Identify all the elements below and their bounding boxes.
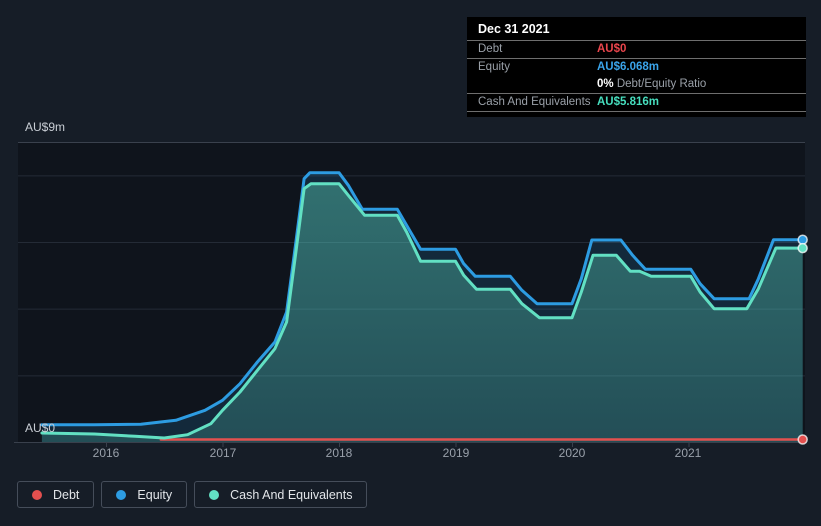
debt-series-dot-icon [32,489,42,500]
end-marker-cash-and-equivalents [797,242,808,254]
tooltip-debt-equity-ratio: 0% Debt/Equity Ratio [597,78,707,90]
tooltip-cash-label: Cash And Equivalents [478,96,591,108]
tooltip-row-ratio: 0% Debt/Equity Ratio [467,76,806,93]
tooltip-equity-value: AU$6.068m [597,61,660,73]
chart-legend: Debt Equity Cash And Equivalents [17,481,368,508]
tooltip-cash-value: AU$5.816m [597,96,660,108]
legend-item-equity[interactable]: Equity [101,481,188,508]
equity-series-dot-icon [116,489,127,500]
tooltip-row-cash: Cash And Equivalents AU$5.816m [467,93,806,112]
tooltip-equity-label: Equity [478,61,510,73]
debt-equity-history-chart: AU$9m AU$0 2016 2017 2018 2019 2020 2021… [0,0,821,526]
x-tick-label-2016: 2016 [92,446,120,460]
x-tick-label-2017: 2017 [209,446,237,460]
legend-cash-label: Cash And Equivalents [230,487,353,502]
tooltip-date: Dec 31 2021 [478,22,550,36]
chart-tooltip: Dec 31 2021 Debt AU$0 Equity AU$6.068m 0… [467,17,806,117]
x-tick-label-2019: 2019 [442,446,470,460]
legend-item-debt[interactable]: Debt [17,481,95,508]
tooltip-debt-label: Debt [478,43,503,55]
end-marker-debt [797,434,808,445]
y-axis-zero-label: AU$0 [25,421,56,435]
tooltip-row-debt: Debt AU$0 [467,40,806,58]
x-tick-label-2018: 2018 [325,446,353,460]
legend-debt-label: Debt [53,487,80,502]
x-tick-label-2020: 2020 [558,446,586,460]
tooltip-debt-value: AU$0 [597,43,627,55]
legend-equity-label: Equity [137,487,173,502]
cash-series-dot-icon [209,489,220,500]
tooltip-row-equity: Equity AU$6.068m [467,58,806,76]
x-tick-label-2021: 2021 [674,446,702,460]
y-axis-max-label: AU$9m [25,120,66,134]
legend-item-cash[interactable]: Cash And Equivalents [194,481,368,508]
